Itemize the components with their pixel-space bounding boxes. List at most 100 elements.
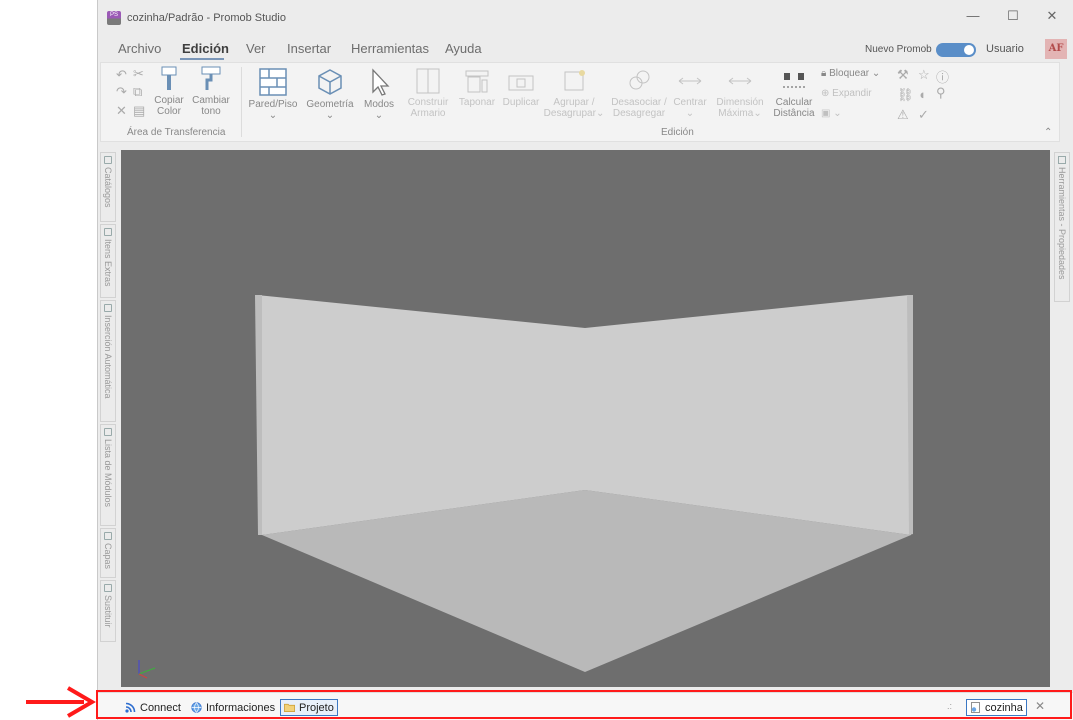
max-dimension-label-1: Dimensión [716, 97, 764, 108]
tab-insercion-label: Inserción Automática [103, 315, 113, 399]
cabinet-icon [416, 68, 440, 94]
copy-color-label-1: Copiar [154, 95, 184, 106]
lock-button[interactable]: 🔒︎ Bloquear ⌄ [821, 68, 880, 79]
tab-catalogos[interactable]: Catálogos [100, 152, 116, 222]
help-icon[interactable]: ⓘ [936, 67, 949, 86]
tab-lista-modulos[interactable]: Lista de Módulos [100, 424, 116, 526]
tab-herramientas-propiedades[interactable]: Herramientas - Propiedades [1054, 152, 1070, 302]
calc-distance-label-2: Distância [773, 108, 815, 119]
delete-icon[interactable]: ✕ [116, 103, 127, 119]
highlight-rectangle [96, 690, 1072, 719]
tab-capas-label: Capas [103, 543, 113, 570]
cover-button[interactable]: Taponar [457, 68, 497, 108]
copy-icon[interactable]: ⧉ [133, 84, 142, 100]
group-label-2: Desagrupar [543, 108, 596, 119]
menu-herramientas[interactable]: Herramientas [351, 41, 429, 56]
paint-roller-icon [201, 66, 221, 90]
tab-insercion-automatica[interactable]: Inserción Automática [100, 300, 116, 422]
paint-brush-icon [161, 66, 177, 90]
warning-icon[interactable]: ⚠ [897, 107, 909, 123]
wall-floor-label: Pared/Piso [248, 99, 298, 110]
menu-ayuda[interactable]: Ayuda [445, 41, 482, 56]
dissociate-label-1: Desasociar / [611, 97, 667, 108]
collapse-ribbon-button[interactable]: ⌃ [1044, 127, 1052, 138]
user-label[interactable]: Usuario [986, 43, 1024, 55]
dissociate-label-2: Desagregar [612, 108, 666, 119]
build-cabinet-label-1: Construir [407, 97, 449, 108]
tab-capas[interactable]: Capas [100, 528, 116, 578]
wall-floor-button[interactable]: Pared/Piso ⌄ [247, 68, 299, 121]
app-window: PS cozinha/Padrão - Promob Studio — ☐ ✕ … [97, 0, 1073, 720]
center-label: Centrar [673, 97, 707, 108]
center-arrows-icon [678, 77, 702, 85]
geometry-button[interactable]: Geometría ⌄ [304, 68, 356, 121]
tab-sustituir[interactable]: Sustituir [100, 580, 116, 642]
lock-label: Bloquear [829, 68, 870, 79]
nuevo-promob-label: Nuevo Promob [865, 44, 932, 55]
dissociate-button[interactable]: Desasociar / Desagregar [608, 68, 670, 119]
tab-herramientas-label: Herramientas - Propiedades [1057, 167, 1067, 280]
duplicate-icon [508, 75, 534, 91]
cut-icon[interactable]: ✂ [133, 66, 144, 82]
auto-insert-icon [104, 304, 112, 312]
menu-insertar[interactable]: Insertar [287, 41, 331, 56]
measure-distance-icon [783, 73, 805, 88]
undo-icon[interactable]: ↶ [116, 67, 127, 83]
3d-viewport[interactable] [121, 150, 1050, 687]
menu-edicion[interactable]: Edición [182, 41, 229, 56]
minimize-button[interactable]: — [963, 8, 983, 23]
center-button[interactable]: Centrar ⌄ [671, 68, 709, 119]
view-options-button[interactable]: ▣ ⌄ [821, 108, 842, 119]
expand-button[interactable]: ⊕ Expandir [821, 88, 872, 99]
search-icon[interactable]: ⚲ [936, 85, 946, 101]
group-ungroup-button[interactable]: Agrupar / Desagrupar⌄ [543, 68, 605, 119]
tab-catalogos-label: Catálogos [103, 167, 113, 208]
copy-color-button[interactable]: Copiar Color [152, 66, 186, 117]
expand-label: Expandir [832, 88, 872, 99]
build-cabinet-button[interactable]: Construir Armario [406, 68, 450, 119]
link-icon[interactable]: ⛓ [897, 87, 914, 103]
tab-itens-extras[interactable]: Itens Extras [100, 224, 116, 298]
calc-distance-label-1: Calcular [775, 97, 813, 108]
tools-properties-icon [1058, 156, 1066, 164]
promob-app-icon: PS [107, 11, 121, 25]
brick-wall-icon [259, 68, 287, 96]
copy-color-label-2: Color [157, 106, 181, 117]
cover-label: Taponar [458, 97, 496, 108]
toggle-knob [964, 45, 974, 55]
lock-icon: 🔒︎ [821, 68, 827, 79]
nuevo-promob-toggle[interactable] [936, 43, 976, 57]
check-icon[interactable]: ✓ [918, 107, 929, 123]
duplicate-label: Duplicar [502, 97, 540, 108]
group-icon [564, 70, 585, 91]
close-window-button[interactable]: ✕ [1042, 8, 1062, 24]
menu-bar: Archivo Edición Ver Insertar Herramienta… [98, 38, 1073, 60]
menu-ver[interactable]: Ver [246, 41, 266, 56]
max-dimension-button[interactable]: Dimensión Máxima⌄ [712, 68, 768, 119]
tools-icon[interactable]: ⚒ [897, 67, 909, 83]
layers-icon [104, 532, 112, 540]
edit-group-label: Edición [661, 127, 694, 138]
left-panel-rail: Catálogos Itens Extras Inserción Automát… [100, 152, 116, 642]
broken-link-icon [629, 70, 650, 90]
modes-label: Modos [363, 99, 394, 110]
paste-icon[interactable]: ▤ [133, 103, 145, 119]
build-cabinet-label-2: Armario [410, 108, 446, 119]
change-tone-button[interactable]: Cambiar tono [192, 66, 230, 117]
menu-archivo[interactable]: Archivo [118, 41, 161, 56]
title-bar: PS cozinha/Padrão - Promob Studio — ☐ ✕ [98, 0, 1073, 36]
group-label-1: Agrupar / [553, 97, 595, 108]
tab-itens-extras-label: Itens Extras [103, 239, 113, 287]
redo-icon[interactable]: ↷ [116, 84, 127, 100]
user-avatar[interactable]: AF [1045, 39, 1067, 59]
star-icon[interactable]: ☆ [918, 67, 930, 83]
room-scene [138, 295, 913, 679]
red-arrow-icon [26, 686, 96, 718]
maximize-button[interactable]: ☐ [1003, 8, 1023, 24]
modes-button[interactable]: Modos ⌄ [360, 68, 398, 121]
duplicate-button[interactable]: Duplicar [500, 68, 542, 108]
color-icon[interactable]: ◖ [918, 87, 926, 102]
tab-lista-modulos-label: Lista de Módulos [103, 439, 113, 508]
calc-distance-button[interactable]: Calcular Distância [771, 68, 817, 119]
expand-icon: ⊕ [821, 88, 830, 99]
